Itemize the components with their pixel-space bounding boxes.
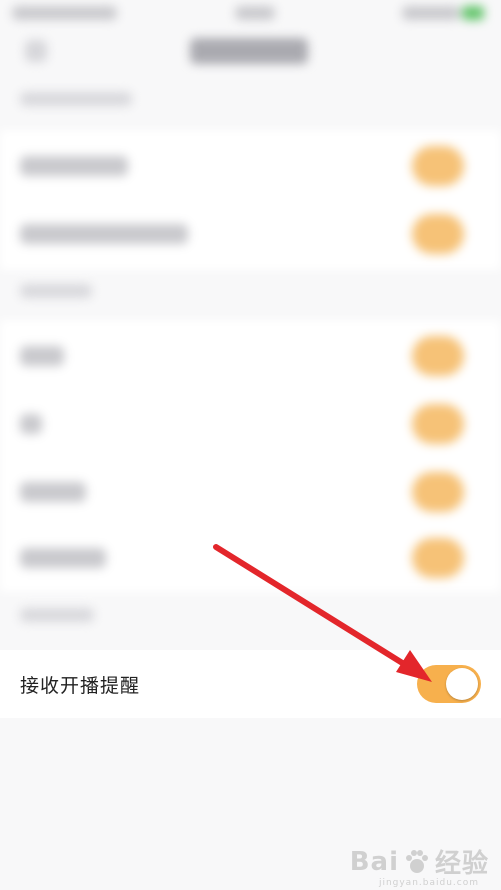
annotation-arrow-icon xyxy=(213,544,432,682)
baidu-watermark-logo: Bai 经验 jingyan.baidu.com xyxy=(349,843,489,889)
paw-icon xyxy=(405,849,428,873)
watermark-suffix: 经验 xyxy=(434,849,489,879)
watermark-brand: Bai xyxy=(349,846,399,877)
watermark-url: jingyan.baidu.com xyxy=(378,878,479,888)
